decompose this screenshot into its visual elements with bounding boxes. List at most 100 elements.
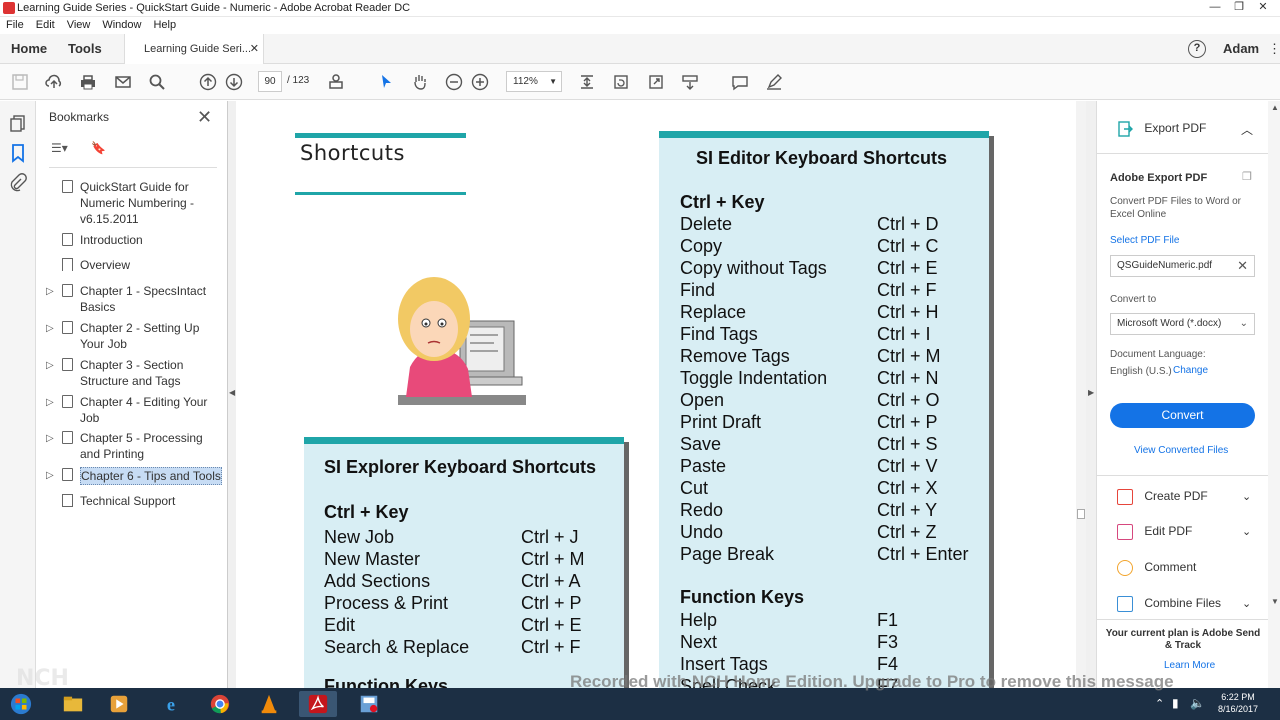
previous-page-icon[interactable] — [198, 72, 218, 92]
shortcut-action: Search & Replace — [324, 637, 470, 657]
network-icon[interactable]: ▮ — [1172, 696, 1179, 710]
next-page-icon[interactable] — [224, 72, 244, 92]
tools-pane: Export PDF ︿ Adobe Export PDF ❐ Convert … — [1096, 101, 1269, 688]
zoom-out-icon[interactable] — [444, 72, 464, 92]
options-menu-icon[interactable]: ☰▾ — [51, 141, 68, 155]
tab-close-icon[interactable]: ✕ — [250, 34, 259, 64]
tab-home[interactable]: Home — [11, 34, 47, 64]
doc-language-value: English (U.S.) — [1110, 366, 1172, 377]
scrollbar-thumb[interactable] — [1077, 509, 1085, 519]
collapse-arrow-icon[interactable]: ▶ — [1088, 388, 1094, 397]
convert-button[interactable]: Convert — [1110, 403, 1255, 428]
expand-arrow-icon[interactable]: ▷ — [46, 395, 54, 411]
learn-more-link[interactable]: Learn More — [1164, 660, 1215, 671]
menu-help[interactable]: Help — [153, 17, 176, 34]
attachment-paperclip-icon[interactable] — [8, 173, 28, 193]
chevron-up-icon[interactable]: ︿ — [1241, 121, 1253, 138]
edit-pdf-tool[interactable]: Edit PDF ⌄ — [1117, 524, 1251, 540]
tools-pane-scrollbar[interactable]: ▲ ▼ — [1268, 101, 1280, 688]
selected-file-field[interactable]: QSGuideNumeric.pdf ✕ — [1110, 255, 1255, 277]
bookmark-label: Chapter 5 - Processing and Printing — [80, 431, 203, 461]
bookmark-page-icon — [62, 468, 73, 481]
document-view: Shortcuts SI Explorer Keyboard Shortcuts… — [236, 101, 1076, 688]
combine-files-label: Combine Files — [1144, 596, 1222, 611]
save-icon[interactable] — [10, 72, 30, 92]
shortcut-action: Process & Print — [324, 593, 449, 613]
media-player-taskbar-icon[interactable] — [100, 691, 138, 717]
bookmark-icon[interactable] — [8, 143, 28, 163]
highlight-pen-icon[interactable] — [764, 72, 784, 92]
copy-icon[interactable]: ❐ — [1242, 170, 1252, 183]
chevron-down-icon[interactable]: ⌄ — [1242, 597, 1251, 610]
collapse-arrow-icon[interactable]: ◀ — [229, 388, 235, 397]
page-number-input[interactable]: 90 — [258, 71, 282, 92]
close-icon[interactable]: ✕ — [197, 107, 212, 128]
chrome-taskbar-icon[interactable] — [201, 691, 239, 717]
start-button[interactable] — [2, 691, 40, 717]
menu-view[interactable]: View — [67, 17, 91, 34]
scroll-up-arrow-icon[interactable]: ▲ — [1271, 103, 1279, 112]
expand-arrow-icon[interactable]: ▷ — [46, 284, 54, 300]
svg-text:e: e — [167, 694, 175, 714]
zoom-select[interactable]: 112% ▼ — [506, 71, 562, 92]
tab-tools[interactable]: Tools — [68, 34, 102, 64]
export-pdf-header[interactable]: Export PDF ︿ — [1117, 121, 1253, 137]
menu-bar: File Edit View Window Help — [0, 17, 1280, 34]
close-window-button[interactable]: ✕ — [1252, 0, 1274, 15]
show-hidden-icons-icon[interactable]: ⌃ — [1155, 697, 1164, 710]
right-panel-splitter[interactable]: ▶ — [1086, 101, 1096, 688]
tab-document[interactable]: Learning Guide Seri... ✕ — [124, 34, 264, 64]
chevron-down-icon[interactable]: ⌄ — [1242, 525, 1251, 538]
scroll-mode-icon[interactable] — [680, 72, 700, 92]
scroll-down-arrow-icon[interactable]: ▼ — [1271, 597, 1279, 606]
stamp-icon[interactable] — [326, 72, 346, 92]
comment-tool[interactable]: Comment — [1117, 560, 1196, 576]
user-name[interactable]: Adam — [1223, 34, 1259, 64]
restore-button[interactable]: ❐ — [1228, 0, 1250, 15]
view-converted-files-link[interactable]: View Converted Files — [1134, 445, 1228, 456]
expand-arrow-icon[interactable]: ▷ — [46, 431, 54, 447]
combine-files-tool[interactable]: Combine Files ⌄ — [1117, 596, 1251, 612]
menu-file[interactable]: File — [6, 17, 24, 34]
recorder-taskbar-icon[interactable] — [350, 691, 388, 717]
menu-edit[interactable]: Edit — [36, 17, 55, 34]
shortcut-keys: Ctrl + O — [877, 390, 940, 410]
vlc-taskbar-icon[interactable] — [250, 691, 288, 717]
print-icon[interactable] — [78, 72, 98, 92]
select-cursor-icon[interactable] — [376, 72, 396, 92]
page-thumbnails-icon[interactable] — [8, 113, 28, 133]
shortcut-keys: F1 — [877, 610, 899, 630]
upload-cloud-icon[interactable] — [44, 72, 64, 92]
comment-icon[interactable] — [730, 72, 750, 92]
email-icon[interactable] — [113, 72, 133, 92]
minimize-button[interactable]: — — [1204, 0, 1226, 15]
create-pdf-tool[interactable]: Create PDF ⌄ — [1117, 489, 1251, 505]
change-language-link[interactable]: Change — [1173, 365, 1208, 376]
bookmark-label: Overview — [80, 258, 131, 272]
internet-explorer-taskbar-icon[interactable]: e — [152, 691, 190, 717]
clear-file-icon[interactable]: ✕ — [1237, 256, 1248, 276]
divider — [1097, 153, 1269, 154]
select-pdf-file-link[interactable]: Select PDF File — [1110, 235, 1179, 246]
file-explorer-taskbar-icon[interactable] — [54, 691, 92, 717]
format-select[interactable]: Microsoft Word (*.docx) ⌄ — [1110, 313, 1255, 335]
menu-window[interactable]: Window — [102, 17, 141, 34]
chevron-down-icon[interactable]: ⌄ — [1242, 490, 1251, 503]
expand-arrow-icon[interactable]: ▷ — [46, 468, 54, 484]
fit-page-icon[interactable] — [577, 72, 597, 92]
full-screen-icon[interactable] — [646, 72, 666, 92]
system-clock[interactable]: 6:22 PM 8/16/2017 — [1212, 691, 1264, 715]
search-icon[interactable] — [147, 72, 167, 92]
acrobat-taskbar-icon[interactable] — [299, 691, 337, 717]
find-bookmark-icon[interactable]: 🔖 — [91, 141, 106, 155]
volume-icon[interactable]: 🔈 — [1190, 696, 1205, 710]
rotate-icon[interactable] — [611, 72, 631, 92]
document-scrollbar[interactable] — [1076, 101, 1086, 688]
help-icon[interactable]: ? — [1188, 40, 1206, 58]
expand-arrow-icon[interactable]: ▷ — [46, 321, 54, 337]
expand-arrow-icon[interactable]: ▷ — [46, 358, 54, 374]
hand-tool-icon[interactable] — [410, 72, 430, 92]
panel-splitter[interactable]: ◀ — [228, 101, 236, 688]
more-options-icon[interactable]: ⋮ — [1268, 34, 1280, 64]
zoom-in-icon[interactable] — [470, 72, 490, 92]
